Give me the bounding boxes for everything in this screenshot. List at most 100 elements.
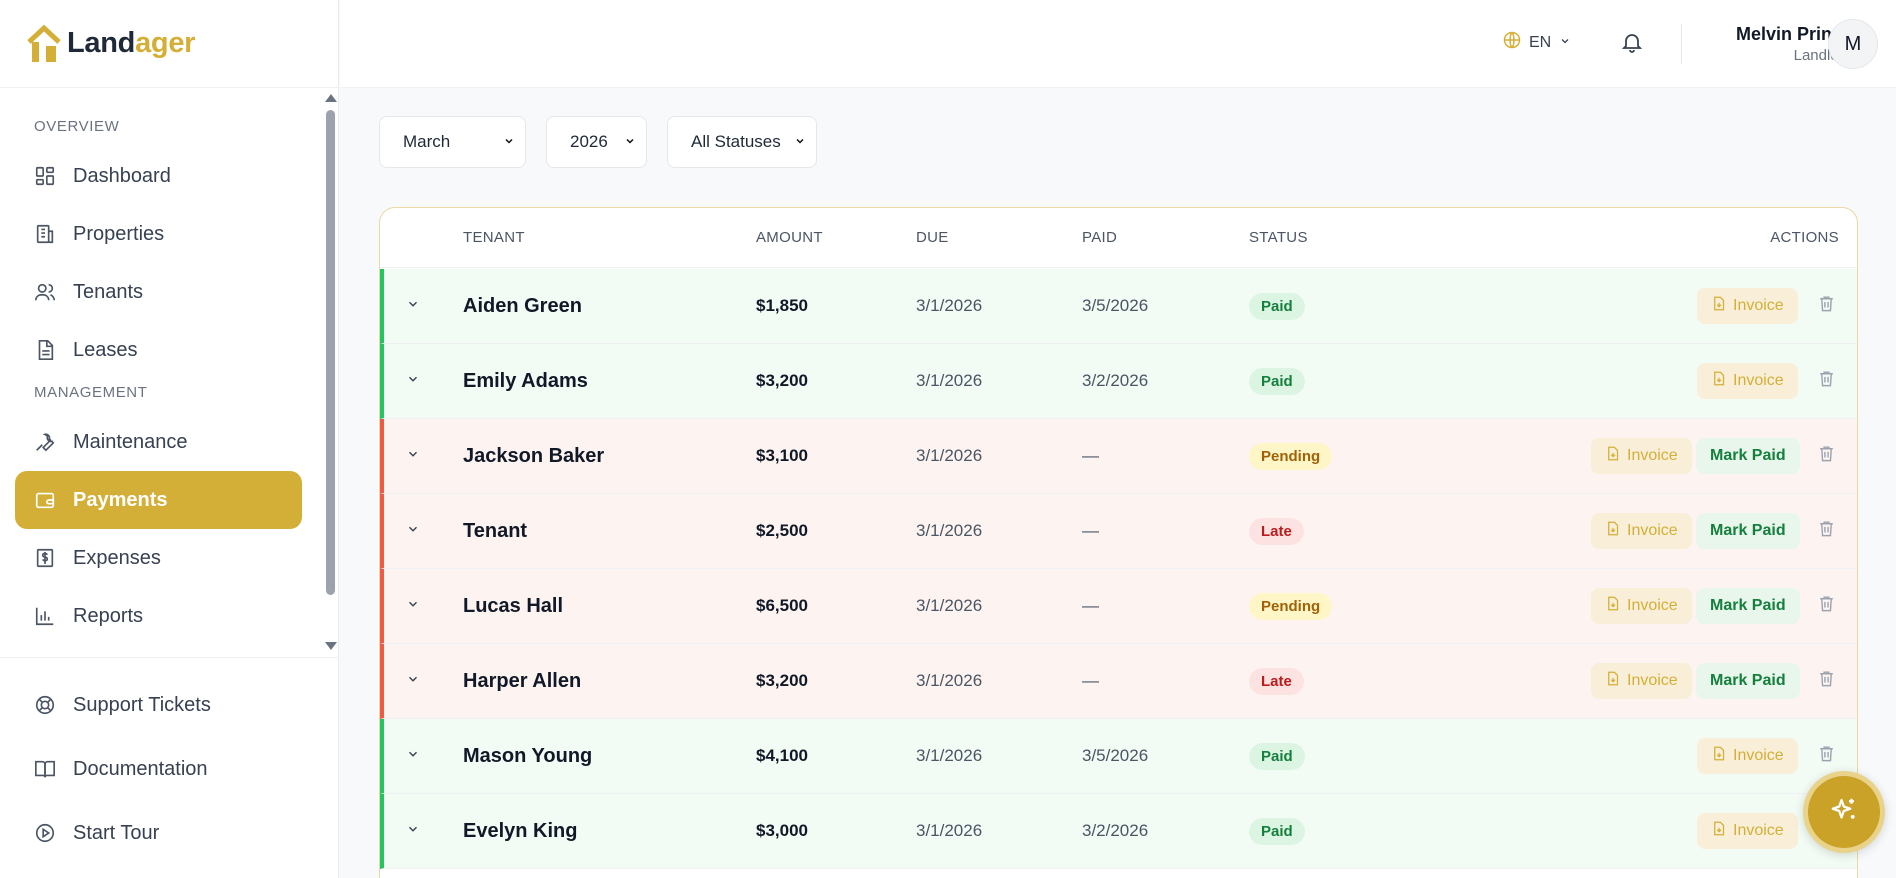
invoice-button[interactable]: Invoice xyxy=(1697,288,1798,324)
status-cell: Pending xyxy=(1249,569,1333,643)
file-download-icon xyxy=(1711,371,1726,391)
tenant-name[interactable]: Mason Young xyxy=(463,719,592,793)
expand-row-toggle[interactable] xyxy=(406,419,420,493)
column-header-amount[interactable]: AMOUNT xyxy=(756,229,823,246)
invoice-button[interactable]: Invoice xyxy=(1591,588,1692,624)
sidebar-item-dashboard[interactable]: Dashboard xyxy=(15,147,302,205)
delete-button[interactable] xyxy=(1817,419,1836,493)
sidebar-item-support-tickets[interactable]: Support Tickets xyxy=(15,673,302,737)
sidebar-item-leases[interactable]: Leases xyxy=(15,321,302,379)
expand-row-toggle[interactable] xyxy=(406,569,420,643)
scroll-down-arrow-icon[interactable] xyxy=(325,642,337,650)
sidebar-item-documentation[interactable]: Documentation xyxy=(15,737,302,801)
due-date: 3/1/2026 xyxy=(916,521,983,540)
invoice-button-label: Invoice xyxy=(1733,372,1784,389)
expand-row-toggle[interactable] xyxy=(406,344,420,418)
play-circle-icon xyxy=(33,821,57,845)
language-selector[interactable]: EN xyxy=(1502,30,1571,55)
trash-icon xyxy=(1817,669,1836,693)
table-row[interactable]: Harper Allen $3,200 3/1/2026 — Late Invoice Ma… xyxy=(380,644,1857,719)
scroll-up-arrow-icon[interactable] xyxy=(325,94,337,102)
tenant-name[interactable]: Evelyn King xyxy=(463,794,577,868)
column-header-paid[interactable]: PAID xyxy=(1082,229,1117,246)
trash-icon xyxy=(1817,369,1836,393)
expand-row-toggle[interactable] xyxy=(406,494,420,568)
expand-row-toggle[interactable] xyxy=(406,644,420,718)
file-download-icon xyxy=(1711,746,1726,766)
sidebar-item-reports[interactable]: Reports xyxy=(15,587,302,645)
payment-amount: $2,500 xyxy=(756,521,808,540)
invoice-button[interactable]: Invoice xyxy=(1697,813,1798,849)
payment-amount: $3,100 xyxy=(756,446,808,465)
delete-button[interactable] xyxy=(1817,644,1836,718)
payment-amount: $1,850 xyxy=(756,296,808,315)
wallet-icon xyxy=(33,488,57,512)
column-header-tenant[interactable]: TENANT xyxy=(463,229,525,246)
file-download-icon xyxy=(1711,821,1726,841)
sidebar-item-payments[interactable]: Payments xyxy=(15,471,302,529)
tenant-name[interactable]: Tenant xyxy=(463,494,527,568)
invoice-button[interactable]: Invoice xyxy=(1591,438,1692,474)
table-row[interactable]: Lucas Hall $6,500 3/1/2026 — Pending Invoice M… xyxy=(380,569,1857,644)
tenant-name[interactable]: Emily Adams xyxy=(463,344,588,418)
trash-icon xyxy=(1817,294,1836,318)
tenant-name[interactable]: Jackson Baker xyxy=(463,419,604,493)
sidebar-item-properties[interactable]: Properties xyxy=(15,205,302,263)
sidebar-scrollbar[interactable] xyxy=(325,90,337,650)
invoice-button[interactable]: Invoice xyxy=(1697,738,1798,774)
table-row[interactable]: Emily Adams $3,200 3/1/2026 3/2/2026 Paid Inv… xyxy=(380,344,1857,419)
ai-assistant-button[interactable] xyxy=(1803,771,1885,853)
delete-button[interactable] xyxy=(1817,569,1836,643)
table-row[interactable]: Evelyn King $3,000 3/1/2026 3/2/2026 Paid Inv… xyxy=(380,794,1857,869)
delete-button[interactable] xyxy=(1817,269,1836,343)
expand-row-toggle[interactable] xyxy=(406,794,420,868)
mark-paid-button[interactable]: Mark Paid xyxy=(1696,513,1800,549)
sidebar-item-label: Properties xyxy=(73,222,165,245)
year-select[interactable]: 2026 xyxy=(546,116,647,168)
tenant-name[interactable]: Aiden Green xyxy=(463,269,582,343)
mark-paid-button[interactable]: Mark Paid xyxy=(1696,663,1800,699)
expand-row-toggle[interactable] xyxy=(406,719,420,793)
tenant-name[interactable]: Harper Allen xyxy=(463,644,581,718)
invoice-button-label: Invoice xyxy=(1627,522,1678,539)
tenant-name[interactable]: Lucas Hall xyxy=(463,569,563,643)
sidebar-item-maintenance[interactable]: Maintenance xyxy=(15,413,302,471)
delete-button[interactable] xyxy=(1817,494,1836,568)
month-select[interactable]: March xyxy=(379,116,526,168)
expand-row-toggle[interactable] xyxy=(406,269,420,343)
chevron-down-icon xyxy=(406,297,420,316)
due-date: 3/1/2026 xyxy=(916,371,983,390)
mark-paid-button[interactable]: Mark Paid xyxy=(1696,438,1800,474)
status-select[interactable]: All Statuses xyxy=(667,116,817,168)
sidebar-item-expenses[interactable]: Expenses xyxy=(15,529,302,587)
avatar[interactable]: M xyxy=(1828,19,1878,69)
sidebar-item-start-tour[interactable]: Start Tour xyxy=(15,801,302,865)
mark-paid-button[interactable]: Mark Paid xyxy=(1696,588,1800,624)
invoice-button[interactable]: Invoice xyxy=(1697,363,1798,399)
scrollbar-thumb[interactable] xyxy=(326,110,335,595)
status-select-value: All Statuses xyxy=(691,132,781,151)
invoice-button[interactable]: Invoice xyxy=(1591,663,1692,699)
invoice-button-wrap: Invoice xyxy=(1591,569,1692,643)
due-date: 3/1/2026 xyxy=(916,296,983,315)
table-row[interactable]: Jackson Baker $3,100 3/1/2026 — Pending Invoi… xyxy=(380,419,1857,494)
invoice-button[interactable]: Invoice xyxy=(1591,513,1692,549)
status-cell: Paid xyxy=(1249,269,1305,343)
column-header-status[interactable]: STATUS xyxy=(1249,229,1308,246)
trash-icon xyxy=(1817,594,1836,618)
table-row[interactable]: Aiden Green $1,850 3/1/2026 3/5/2026 Paid Inv… xyxy=(380,269,1857,344)
column-header-due[interactable]: DUE xyxy=(916,229,949,246)
delete-button[interactable] xyxy=(1817,344,1836,418)
ai-assistant-button-inner xyxy=(1808,776,1880,848)
sidebar-item-tenants[interactable]: Tenants xyxy=(15,263,302,321)
mark-paid-button-wrap: Mark Paid xyxy=(1696,419,1800,493)
table-header: TENANT AMOUNT DUE PAID STATUS ACTIONS xyxy=(380,208,1857,268)
trash-icon xyxy=(1817,519,1836,543)
table-row[interactable]: Tenant $2,500 3/1/2026 — Late Invoice Mark Pai… xyxy=(380,494,1857,569)
payment-amount: $3,200 xyxy=(756,371,808,390)
brand-logo[interactable]: Landager xyxy=(0,0,338,88)
notifications-bell-icon[interactable] xyxy=(1620,30,1644,59)
sidebar-item-label: Expenses xyxy=(73,546,161,569)
table-row[interactable]: Mason Young $4,100 3/1/2026 3/5/2026 Paid Inv… xyxy=(380,719,1857,794)
invoice-button-wrap: Invoice xyxy=(1697,794,1798,868)
